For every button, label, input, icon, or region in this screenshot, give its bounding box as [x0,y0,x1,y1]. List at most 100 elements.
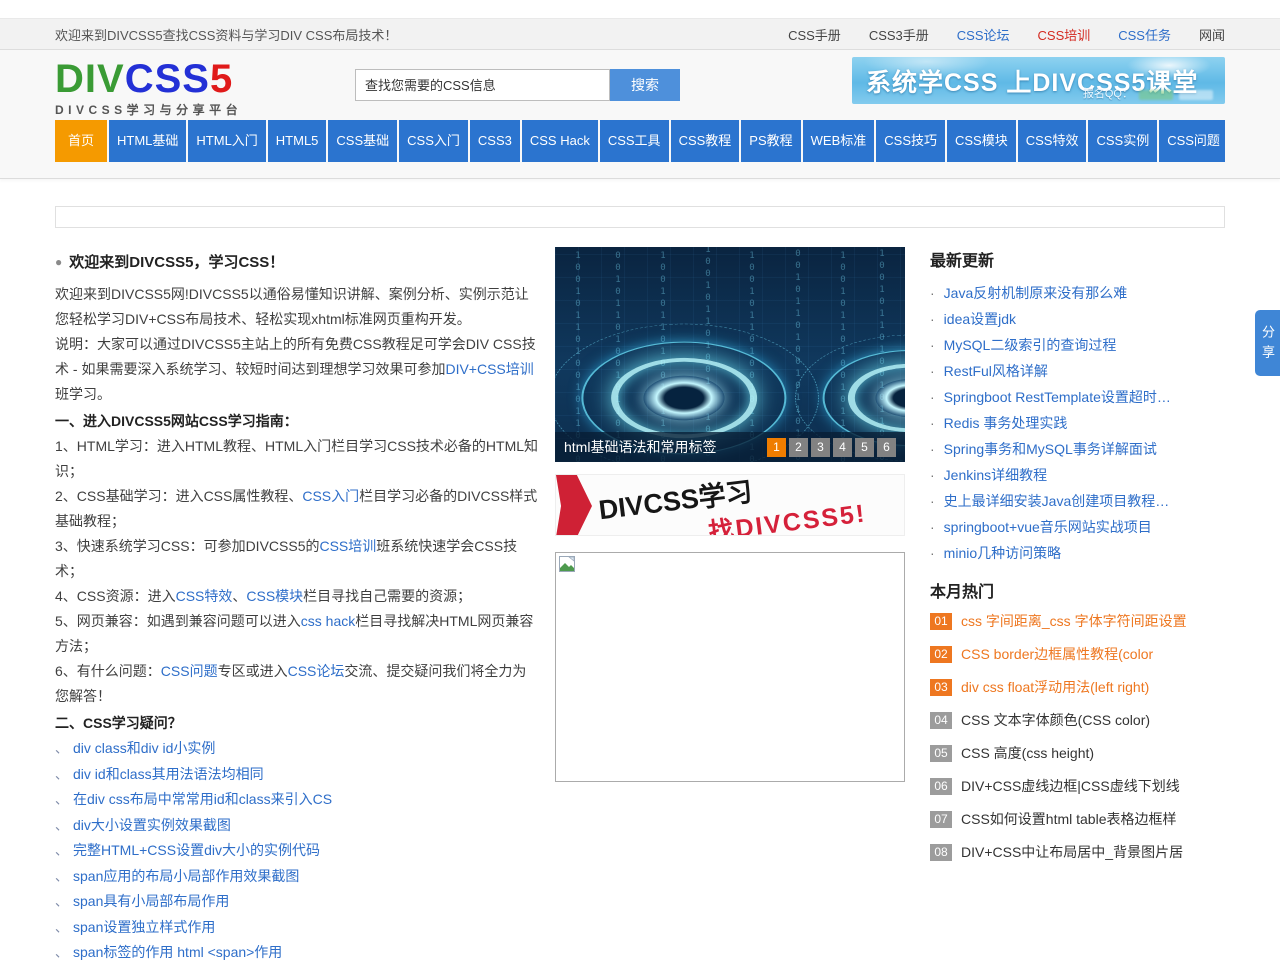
faq-link[interactable]: span应用的布局小局部作用效果截图 [73,868,299,884]
faq-item: 、在div css布局中常常用id和class来引入CS [55,787,540,813]
pager-button[interactable]: 2 [789,438,808,457]
list-item: ·springboot+vue音乐网站实战项目 [930,514,1225,540]
nav-tab[interactable]: CSS教程 [671,120,740,162]
latest-link[interactable]: Java反射机制原来没有那么难 [944,285,1128,301]
latest-updates-list: ·Java反射机制原来没有那么难 ·idea设置jdk ·MySQL二级索引的查… [930,280,1225,566]
welcome-text: 欢迎来到DIVCSS5查找CSS资料与学习DIV CSS布局技术！ [55,25,397,44]
latest-link[interactable]: idea设置jdk [944,311,1016,327]
bullet-icon: ● [55,255,62,269]
divcss-training-link[interactable]: DIV+CSS培训 [445,361,533,377]
search-input[interactable] [355,69,610,101]
latest-link[interactable]: Spring事务和MySQL事务详解面试 [944,441,1157,457]
faq-link[interactable]: div大小设置实例效果截图 [73,817,231,833]
share-button[interactable]: 分享 [1255,310,1280,376]
nav-tab[interactable]: CSS实例 [1088,120,1157,162]
guide-link[interactable]: CSS模块 [246,588,303,604]
list-item: ·RestFul风格详解 [930,358,1225,384]
nav-tab[interactable]: HTML5 [268,120,327,162]
divcss-ad-banner[interactable]: DIVCSS学习 找DIVCSS5! [555,474,905,536]
pager-button[interactable]: 3 [811,438,830,457]
nav-tab-home[interactable]: 首页 [55,120,107,162]
list-item: ·Jenkins详细教程 [930,462,1225,488]
nav-tab[interactable]: PS教程 [741,120,800,162]
pager-button[interactable]: 6 [877,438,896,457]
guide-item: 3、快速系统学习CSS：可参加DIVCSS5的CSS培训班系统快速学会CSS技术… [55,534,540,584]
guide-link[interactable]: CSS特效 [176,588,233,604]
guide-link[interactable]: CSS入门 [302,488,359,504]
pager-button[interactable]: 5 [855,438,874,457]
sidebar: 最新更新 ·Java反射机制原来没有那么难 ·idea设置jdk ·MySQL二… [930,247,1225,875]
hot-link[interactable]: DIV+CSS中让布局居中_背景图片居 [961,842,1183,862]
pager-button[interactable]: 4 [833,438,852,457]
search-button[interactable]: 搜索 [610,69,680,101]
nav-tab[interactable]: WEB标准 [803,120,875,162]
latest-link[interactable]: RestFul风格详解 [944,363,1048,379]
logo-wordmark: DIVCSS5 [55,58,242,100]
site-logo[interactable]: DIVCSS5 DIVCSS学习与分享平台 [55,58,242,118]
slideshow-caption-bar: html基础语法和常用标签 1 2 3 4 5 6 [555,432,905,462]
faq-link[interactable]: span设置独立样式作用 [73,919,215,935]
list-item: 01css 字间距离_css 字体字符间距设置 [930,611,1225,631]
nav-tab[interactable]: CSS Hack [522,120,598,162]
course-banner[interactable]: 系统学CSS 上DIVCSS5课堂 报名QQ： [852,57,1225,104]
rank-badge: 02 [930,646,952,663]
qq-blur-decoration [1139,90,1173,100]
latest-link[interactable]: springboot+vue音乐网站实战项目 [944,519,1152,535]
latest-link[interactable]: MySQL二级索引的查询过程 [944,337,1117,353]
nav-tab[interactable]: HTML入门 [188,120,265,162]
guide-link[interactable]: CSS论坛 [288,663,345,679]
latest-link[interactable]: Springboot RestTemplate设置超时… [944,389,1171,405]
top-link-css-training[interactable]: CSS培训 [1038,25,1091,44]
nav-tab[interactable]: CSS3 [470,120,520,162]
list-item: 04CSS 文本字体颜色(CSS color) [930,710,1225,730]
hot-link[interactable]: CSS 高度(css height) [961,743,1094,763]
latest-link[interactable]: Jenkins详细教程 [944,467,1047,483]
latest-link[interactable]: 史上最详细安装Java创建项目教程… [944,493,1170,509]
hot-link[interactable]: CSS border边框属性教程(color [961,644,1153,664]
top-link-css3-manual[interactable]: CSS3手册 [869,25,929,44]
top-link-css-task[interactable]: CSS任务 [1118,25,1171,44]
rank-badge: 05 [930,745,952,762]
nav-tab[interactable]: CSS工具 [600,120,669,162]
faq-item: 、div大小设置实例效果截图 [55,813,540,839]
nav-tab[interactable]: CSS入门 [399,120,468,162]
hot-link[interactable]: CSS如何设置html table表格边框样 [961,809,1176,829]
pager-button[interactable]: 1 [767,438,786,457]
guide-link[interactable]: CSS问题 [161,663,218,679]
faq-item: 、div class和div id小实例 [55,736,540,762]
course-banner-qq: 报名QQ： [1083,85,1133,101]
guide-item: 5、网页兼容：如遇到兼容问题可以进入css hack栏目寻找解决HTML网页兼容… [55,609,540,659]
nav-tab[interactable]: CSS问题 [1159,120,1225,162]
search-box: 搜索 [355,69,680,101]
faq-link[interactable]: div class和div id小实例 [73,740,215,756]
faq-item: 、完整HTML+CSS设置div大小的实例代码 [55,838,540,864]
latest-link[interactable]: minio几种访问策略 [944,545,1061,561]
list-item: ·Springboot RestTemplate设置超时… [930,384,1225,410]
top-link-css-forum[interactable]: CSS论坛 [957,25,1010,44]
hot-link[interactable]: CSS 文本字体颜色(CSS color) [961,710,1150,730]
page-title: ●欢迎来到DIVCSS5，学习CSS！ [55,251,540,272]
nav-tab[interactable]: CSS基础 [328,120,397,162]
guide-link[interactable]: css hack [301,613,355,629]
nav-tab[interactable]: CSS技巧 [876,120,945,162]
top-link-news[interactable]: 网闻 [1199,25,1225,44]
hot-link[interactable]: div css float浮动用法(left right) [961,677,1149,697]
faq-link[interactable]: span标签的作用 html <span>作用 [73,944,282,960]
faq-link[interactable]: 在div css布局中常常用id和class来引入CS [73,791,332,807]
latest-link[interactable]: Redis 事务处理实践 [944,415,1068,431]
nav-tab[interactable]: CSS模块 [947,120,1016,162]
faq-link[interactable]: div id和class其用法语法均相同 [73,766,264,782]
nav-tab[interactable]: CSS特效 [1018,120,1087,162]
slideshow-pager: 1 2 3 4 5 6 [767,438,896,457]
faq-link[interactable]: 完整HTML+CSS设置div大小的实例代码 [73,842,320,858]
list-item: 08DIV+CSS中让布局居中_背景图片居 [930,842,1225,862]
list-item: 03div css float浮动用法(left right) [930,677,1225,697]
nav-tab[interactable]: HTML基础 [109,120,186,162]
hot-link[interactable]: css 字间距离_css 字体字符间距设置 [961,611,1187,631]
guide-link[interactable]: CSS培训 [319,538,376,554]
top-link-css-manual[interactable]: CSS手册 [788,25,841,44]
guide-item: 2、CSS基础学习：进入CSS属性教程、CSS入门栏目学习必备的DIVCSS样式… [55,484,540,534]
faq-link[interactable]: span具有小局部布局作用 [73,893,229,909]
hot-link[interactable]: DIV+CSS虚线边框|CSS虚线下划线 [961,776,1180,796]
slideshow[interactable]: 010010110100101101001011010 010010110100… [555,247,905,462]
